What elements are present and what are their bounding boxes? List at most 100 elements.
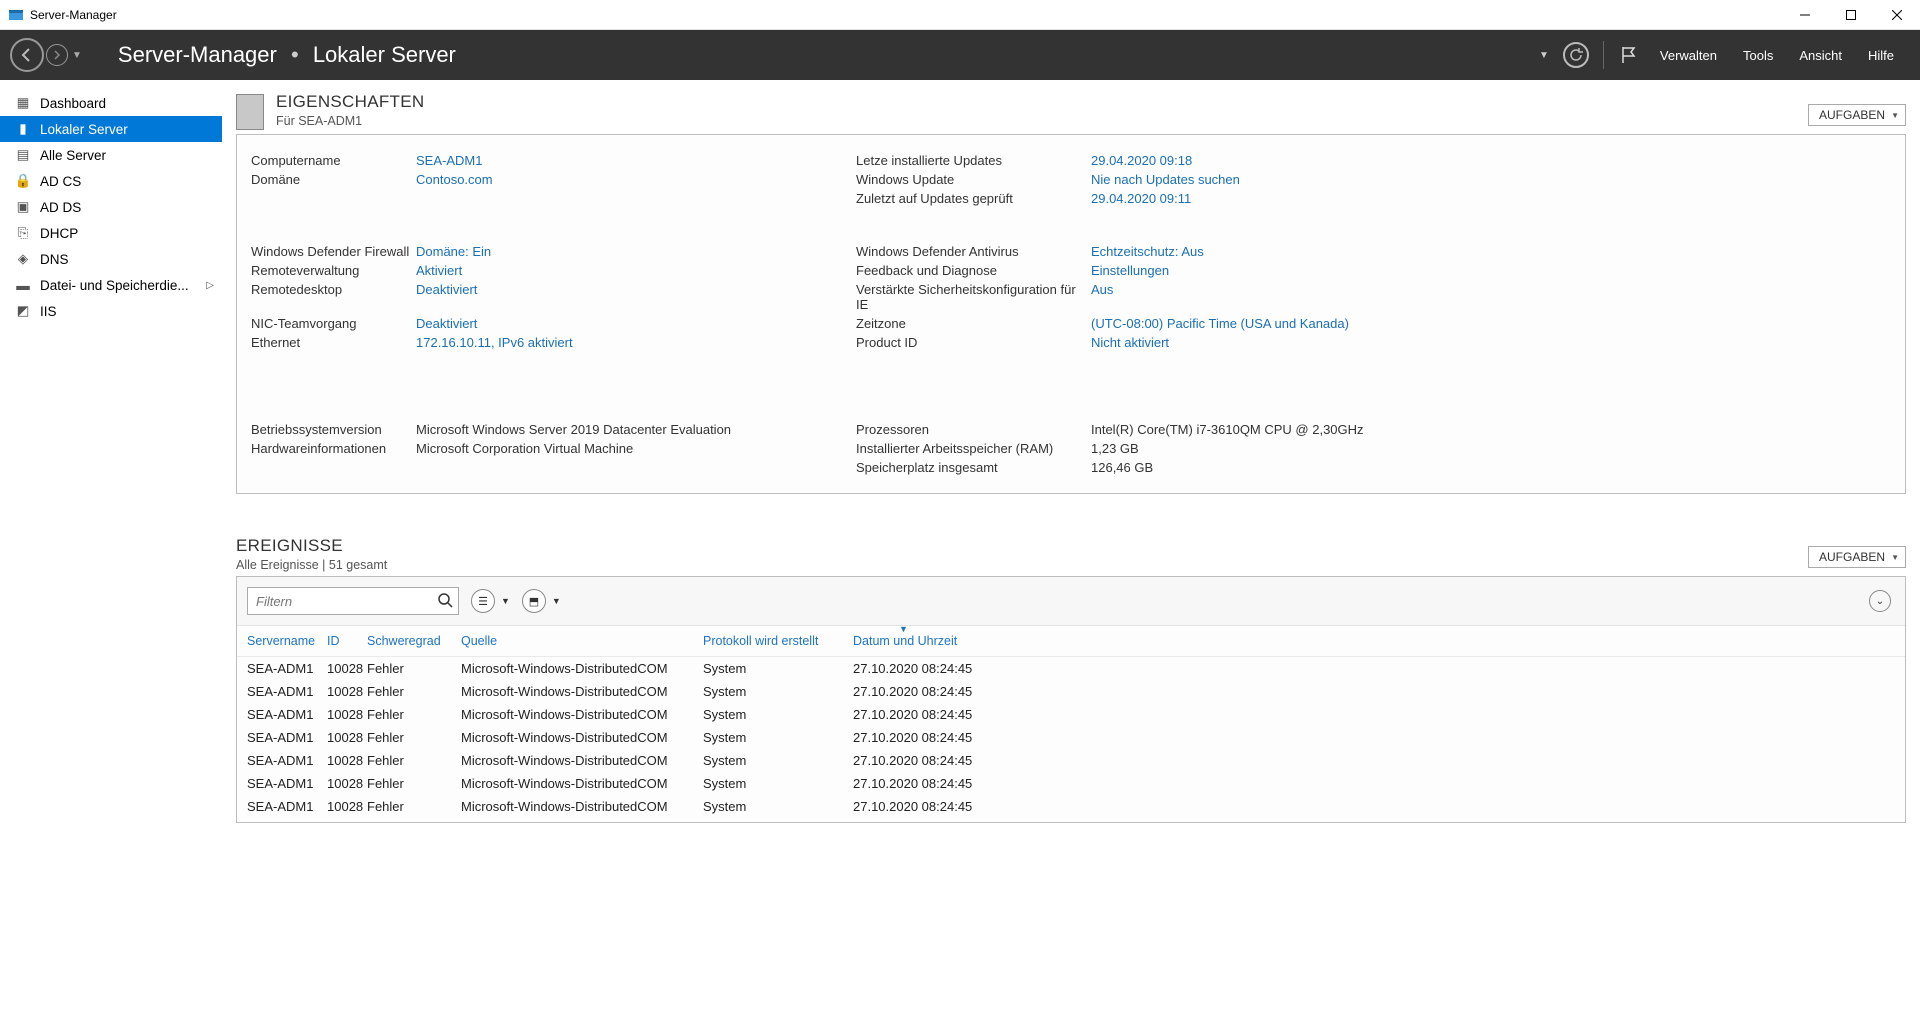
- prop-value[interactable]: Echtzeitschutz: Aus: [1091, 244, 1891, 259]
- events-header: EREIGNISSE Alle Ereignisse | 51 gesamt A…: [236, 536, 1906, 572]
- prop-label: [251, 191, 416, 206]
- sidebar-item-adcs[interactable]: 🔒 AD CS: [0, 168, 222, 194]
- dns-icon: ◈: [14, 251, 32, 267]
- sidebar-item-label: AD DS: [40, 200, 81, 215]
- prop-label: Remoteverwaltung: [251, 263, 416, 278]
- nav-history-dropdown[interactable]: ▼: [72, 50, 82, 61]
- cell-sev: Fehler: [367, 753, 461, 768]
- server-icon: ▮: [14, 121, 32, 137]
- directory-icon: ▣: [14, 199, 32, 215]
- nav-forward-button[interactable]: [46, 44, 68, 66]
- table-row[interactable]: SEA-ADM110028FehlerMicrosoft-Windows-Dis…: [237, 749, 1905, 772]
- events-table-body[interactable]: SEA-ADM110028FehlerMicrosoft-Windows-Dis…: [237, 657, 1905, 822]
- prop-label: Windows Defender Firewall: [251, 244, 416, 259]
- filter-options-button[interactable]: ☰: [471, 589, 495, 613]
- prop-value[interactable]: SEA-ADM1: [416, 153, 856, 168]
- cell-date: 27.10.2020 08:24:45: [853, 661, 1013, 676]
- col-header-severity[interactable]: Schweregrad: [367, 634, 461, 648]
- cell-src: Microsoft-Windows-DistributedCOM: [461, 661, 703, 676]
- prop-value[interactable]: Contoso.com: [416, 172, 856, 187]
- content-area: EIGENSCHAFTEN Für SEA-ADM1 AUFGABEN Comp…: [222, 80, 1920, 1030]
- events-tasks-button[interactable]: AUFGABEN: [1808, 546, 1906, 568]
- sidebar-item-dashboard[interactable]: ▦ Dashboard: [0, 90, 222, 116]
- col-header-date[interactable]: Datum und Uhrzeit: [853, 634, 1013, 648]
- expand-panel-button[interactable]: ⌄: [1869, 590, 1891, 612]
- prop-value[interactable]: Nie nach Updates suchen: [1091, 172, 1891, 187]
- table-row[interactable]: SEA-ADM110028FehlerMicrosoft-Windows-Dis…: [237, 657, 1905, 680]
- nav-back-button[interactable]: [10, 38, 44, 72]
- prop-label: Hardwareinformationen: [251, 441, 416, 456]
- col-header-server[interactable]: Servername: [247, 634, 327, 648]
- prop-label: Remotedesktop: [251, 282, 416, 312]
- minimize-button[interactable]: [1782, 0, 1828, 30]
- prop-label: Betriebssystemversion: [251, 422, 416, 437]
- toolbar-caret-icon[interactable]: ▼: [1539, 50, 1549, 61]
- prop-value[interactable]: Deaktiviert: [416, 316, 856, 331]
- prop-value[interactable]: 172.16.10.11, IPv6 aktiviert: [416, 335, 856, 350]
- menu-ansicht[interactable]: Ansicht: [1793, 48, 1848, 63]
- cell-src: Microsoft-Windows-DistributedCOM: [461, 776, 703, 791]
- prop-value[interactable]: Domäne: Ein: [416, 244, 856, 259]
- refresh-button[interactable]: [1563, 42, 1589, 68]
- prop-value: 1,23 GB: [1091, 441, 1891, 456]
- events-filter-input[interactable]: [247, 587, 459, 615]
- col-header-log[interactable]: Protokoll wird erstellt: [703, 634, 853, 648]
- cell-log: System: [703, 684, 853, 699]
- prop-value[interactable]: Nicht aktiviert: [1091, 335, 1891, 350]
- menu-tools[interactable]: Tools: [1737, 48, 1779, 63]
- sidebar-item-dns[interactable]: ◈ DNS: [0, 246, 222, 272]
- events-subtitle: Alle Ereignisse | 51 gesamt: [236, 558, 387, 572]
- iis-icon: ◩: [14, 303, 32, 319]
- certificate-icon: 🔒: [14, 173, 32, 189]
- prop-label: [251, 460, 416, 475]
- menu-verwalten[interactable]: Verwalten: [1654, 48, 1723, 63]
- notifications-flag-icon[interactable]: [1618, 44, 1640, 66]
- events-filter-bar: ☰ ▼ ⬒ ▼ ⌄: [237, 577, 1905, 626]
- table-row[interactable]: SEA-ADM110028FehlerMicrosoft-Windows-Dis…: [237, 772, 1905, 795]
- sidebar-item-iis[interactable]: ◩ IIS: [0, 298, 222, 324]
- cell-id: 10028: [327, 753, 367, 768]
- titlebar: Server-Manager: [0, 0, 1920, 30]
- sidebar-item-dhcp[interactable]: ⎘ DHCP: [0, 220, 222, 246]
- sidebar-item-adds[interactable]: ▣ AD DS: [0, 194, 222, 220]
- prop-value[interactable]: 29.04.2020 09:11: [1091, 191, 1891, 206]
- servers-icon: ▤: [14, 147, 32, 163]
- table-row[interactable]: SEA-ADM110028FehlerMicrosoft-Windows-Dis…: [237, 703, 1905, 726]
- menu-hilfe[interactable]: Hilfe: [1862, 48, 1900, 63]
- properties-tasks-button[interactable]: AUFGABEN: [1808, 104, 1906, 126]
- cell-id: 10028: [327, 730, 367, 745]
- table-row[interactable]: SEA-ADM110028FehlerMicrosoft-Windows-Dis…: [237, 795, 1905, 818]
- prop-label: Zuletzt auf Updates geprüft: [856, 191, 1091, 206]
- breadcrumb-root[interactable]: Server-Manager: [118, 42, 277, 67]
- prop-value[interactable]: Aus: [1091, 282, 1891, 312]
- prop-value: [416, 460, 856, 475]
- prop-value[interactable]: Einstellungen: [1091, 263, 1891, 278]
- search-icon[interactable]: [437, 592, 453, 611]
- prop-value[interactable]: 29.04.2020 09:18: [1091, 153, 1891, 168]
- cell-log: System: [703, 776, 853, 791]
- prop-value: [416, 191, 856, 206]
- sidebar-item-file-storage[interactable]: ▬ Datei- und Speicherdie... ▷: [0, 272, 222, 298]
- cell-log: System: [703, 753, 853, 768]
- table-row[interactable]: SEA-ADM110028FehlerMicrosoft-Windows-Dis…: [237, 680, 1905, 703]
- cell-src: Microsoft-Windows-DistributedCOM: [461, 753, 703, 768]
- cell-log: System: [703, 730, 853, 745]
- breadcrumb-current: Lokaler Server: [313, 42, 456, 67]
- maximize-button[interactable]: [1828, 0, 1874, 30]
- sidebar-item-label: Datei- und Speicherdie...: [40, 278, 189, 293]
- chevron-down-icon[interactable]: ▼: [552, 596, 561, 606]
- sidebar-item-all-servers[interactable]: ▤ Alle Server: [0, 142, 222, 168]
- sidebar-item-local-server[interactable]: ▮ Lokaler Server: [0, 116, 222, 142]
- col-header-source[interactable]: Quelle: [461, 634, 703, 648]
- prop-value[interactable]: (UTC-08:00) Pacific Time (USA und Kanada…: [1091, 316, 1891, 331]
- table-row[interactable]: SEA-ADM110028FehlerMicrosoft-Windows-Dis…: [237, 726, 1905, 749]
- cell-date: 27.10.2020 08:24:45: [853, 753, 1013, 768]
- cell-server: SEA-ADM1: [247, 661, 327, 676]
- cell-sev: Fehler: [367, 661, 461, 676]
- close-button[interactable]: [1874, 0, 1920, 30]
- prop-value[interactable]: Aktiviert: [416, 263, 856, 278]
- col-header-id[interactable]: ID: [327, 634, 367, 648]
- prop-value[interactable]: Deaktiviert: [416, 282, 856, 312]
- chevron-down-icon[interactable]: ▼: [501, 596, 510, 606]
- save-filter-button[interactable]: ⬒: [522, 589, 546, 613]
